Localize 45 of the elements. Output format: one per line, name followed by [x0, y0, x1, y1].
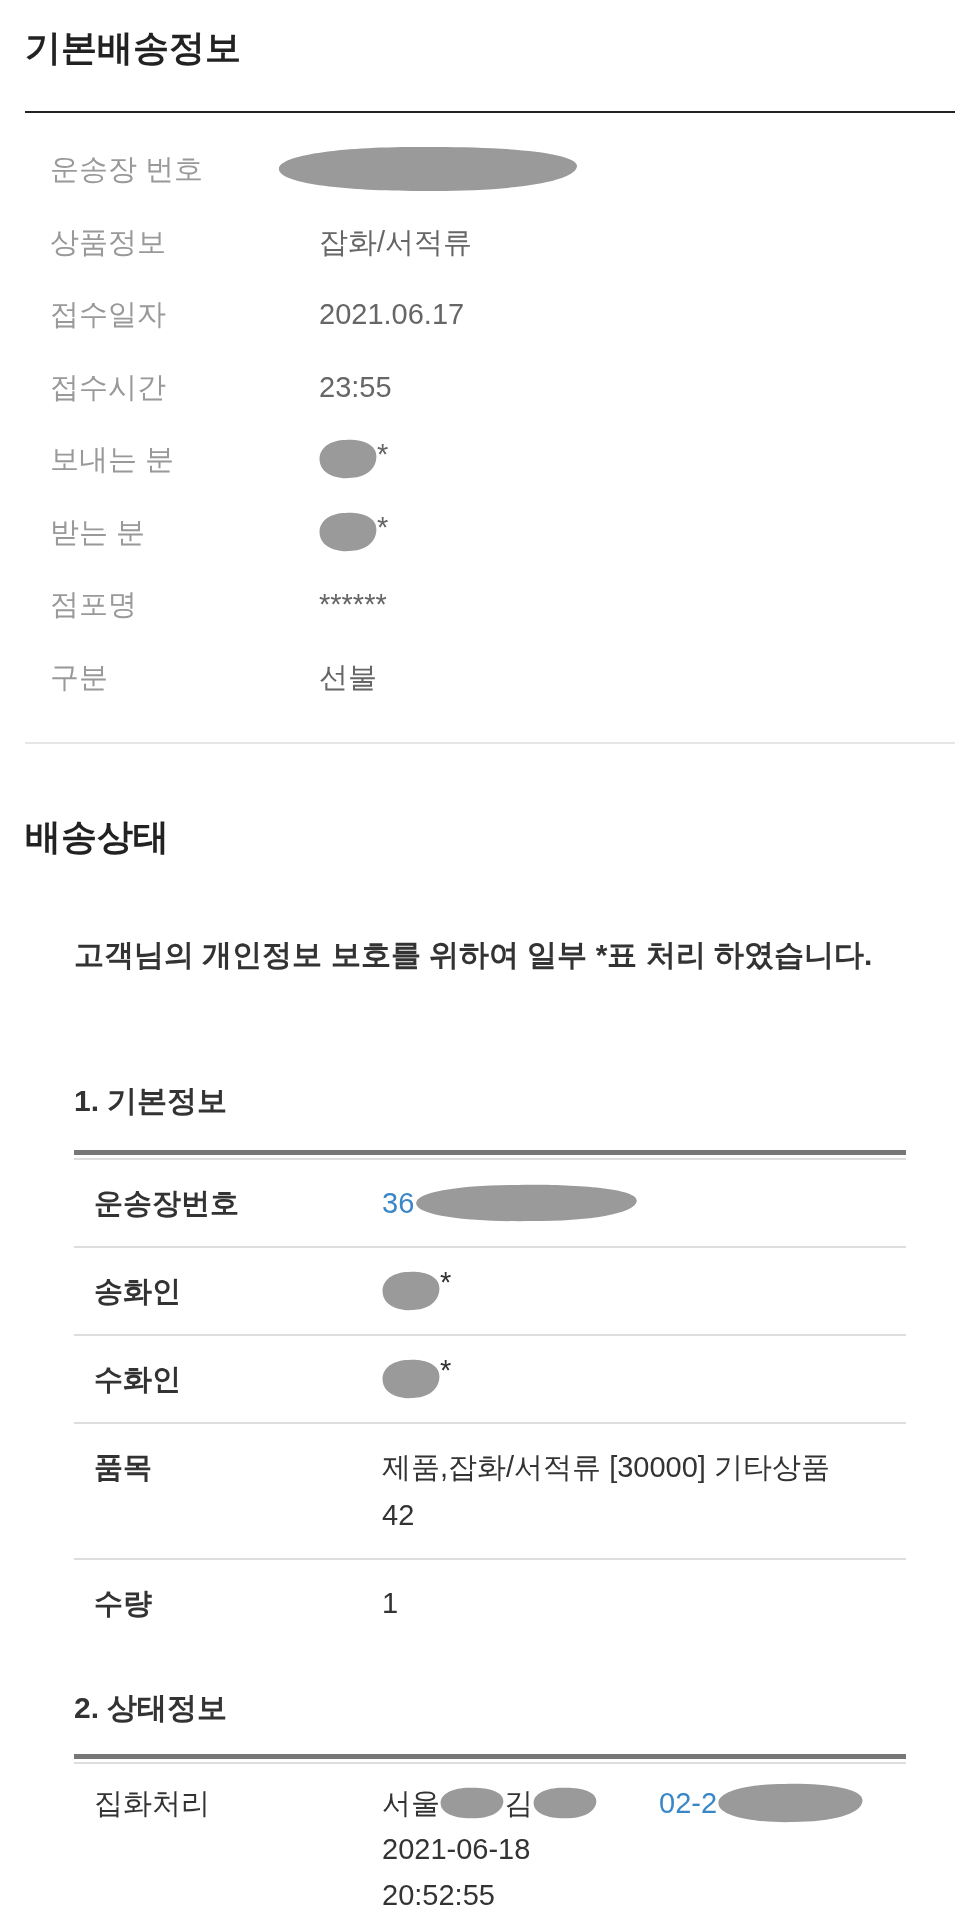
time-text: 20:52:55: [382, 1879, 495, 1911]
redaction-scribble-icon: [717, 1783, 865, 1823]
place-text: 서울: [382, 1786, 440, 1821]
field-value: ******: [319, 587, 387, 623]
redaction-scribble-icon: [382, 1271, 440, 1311]
privacy-notice: 고객님의 개인정보 보호를 위하여 일부 *표 처리 하였습니다.: [74, 937, 874, 973]
row-label: 수량: [94, 1587, 152, 1619]
redaction-scribble-icon: [440, 1787, 504, 1819]
row-label: 품목: [94, 1451, 152, 1483]
table-title: 1. 기본정보: [74, 1083, 229, 1119]
field-label: 받는 분: [50, 514, 147, 550]
field-label: 구분: [50, 659, 109, 695]
field-label: 보내는 분: [50, 442, 176, 478]
field-value: 23:55: [319, 369, 392, 405]
row-label: 송화인: [94, 1275, 181, 1307]
field-label: 점포명: [50, 587, 138, 623]
value-link[interactable]: 36: [382, 1179, 415, 1227]
place-text: 김: [504, 1786, 533, 1821]
date-text: 2021-06-18: [382, 1833, 531, 1865]
row-value: 1: [382, 1587, 399, 1619]
section-title: 배송상태: [25, 815, 170, 858]
status-label: 집화처리: [94, 1787, 210, 1819]
redaction-scribble-icon: [319, 439, 377, 480]
field-value: 2021.06.17: [319, 297, 465, 333]
phone-link[interactable]: 02-2: [659, 1780, 718, 1826]
row-label: 수화인: [94, 1363, 181, 1395]
section-title: 기본배송정보: [25, 26, 242, 69]
field-label: 운송장 번호: [50, 152, 205, 188]
row-value: 제품,잡화/서적류 [30000] 기타상품 42: [382, 1451, 830, 1531]
redaction-scribble-icon: [276, 146, 580, 193]
redaction-scribble-icon: [382, 1359, 440, 1399]
redaction-scribble-icon: [533, 1787, 597, 1819]
field-value: 잡화/서적류: [319, 224, 473, 260]
redaction-scribble-icon: [319, 511, 377, 552]
field-label: 접수시간: [50, 369, 167, 405]
table-title: 2. 상태정보: [74, 1690, 229, 1726]
field-value: 선불: [319, 659, 377, 695]
field-value: *: [377, 511, 389, 542]
field-value: *: [377, 439, 389, 470]
row-value: *: [440, 1267, 452, 1297]
field-label: 상품정보: [50, 224, 167, 260]
row-value: *: [440, 1355, 452, 1385]
redaction-scribble-icon: [414, 1184, 640, 1222]
row-label: 운송장번호: [94, 1187, 239, 1219]
field-label: 접수일자: [50, 297, 167, 333]
